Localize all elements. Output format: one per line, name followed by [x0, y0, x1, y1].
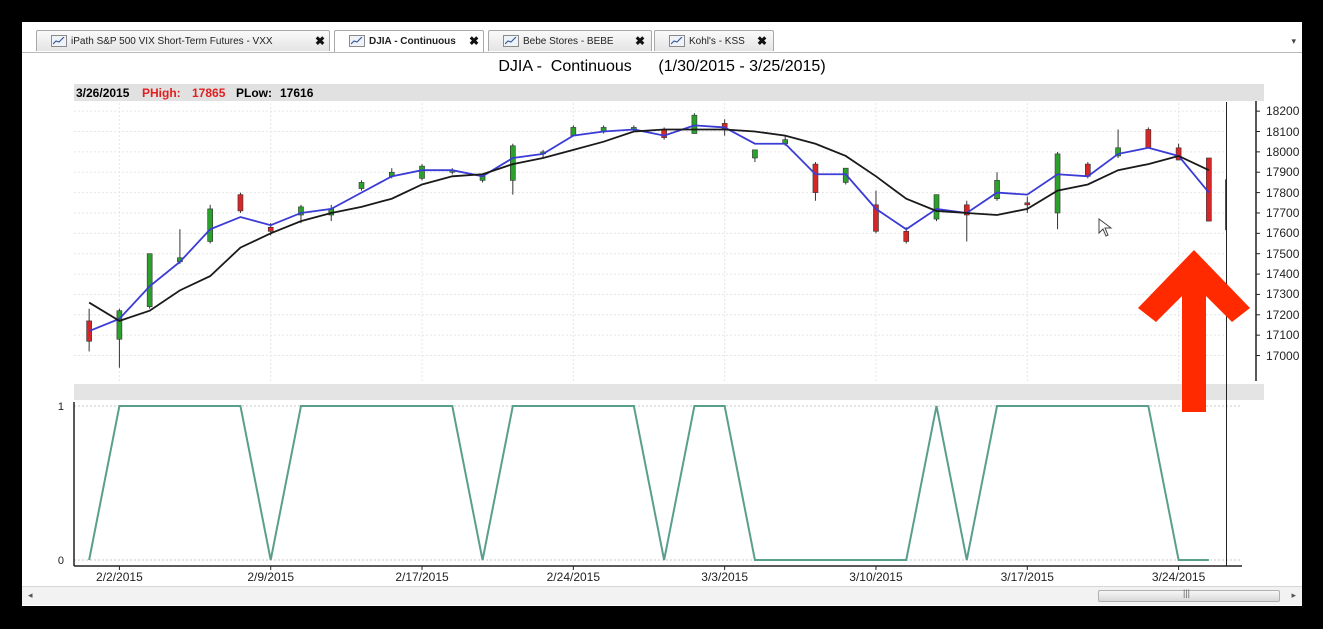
y-tick-label: 17800 — [1266, 185, 1300, 200]
info-phigh-value: 17865 — [192, 86, 226, 100]
close-icon[interactable]: ✖ — [315, 34, 325, 48]
scroll-right-icon[interactable]: ▸ — [1291, 590, 1296, 601]
mouse-pointer-icon — [1098, 218, 1113, 237]
y-tick-label: 17700 — [1266, 205, 1300, 220]
candle-body — [752, 149, 758, 159]
close-icon[interactable]: ✖ — [635, 34, 645, 48]
info-date: 3/26/2015 — [76, 86, 130, 100]
chart-icon — [51, 35, 67, 47]
x-tick-label: 2/9/2015 — [247, 570, 295, 584]
y-tick-label: 17400 — [1266, 267, 1300, 282]
tab-djia[interactable]: DJIA - Continuous ✖ — [334, 30, 484, 52]
panel-splitter[interactable] — [74, 384, 1264, 400]
tab-label: DJIA - Continuous — [369, 36, 456, 47]
x-tick-label: 3/3/2015 — [701, 570, 749, 584]
y-tick-label: 18000 — [1266, 144, 1300, 159]
info-bar: 3/26/2015 PHigh: 17865 PLow: 17616 — [74, 84, 1264, 101]
candle-body — [933, 194, 940, 220]
candle-body — [207, 208, 213, 242]
price-chart — [74, 101, 1260, 382]
candle-body — [419, 165, 425, 179]
chart-icon — [503, 35, 519, 47]
x-tick-label: 3/17/2015 — [1000, 570, 1054, 584]
chart-icon — [349, 35, 365, 47]
tab-bebe[interactable]: Bebe Stores - BEBE ✖ — [488, 30, 652, 51]
close-icon[interactable]: ✖ — [469, 34, 479, 48]
horizontal-scrollbar[interactable]: ◂ ||| ▸ — [22, 586, 1302, 605]
x-tick-label: 2/17/2015 — [395, 570, 449, 584]
tab-list-dropdown-icon[interactable]: ▾ — [1291, 36, 1296, 47]
scrollbar-grip: ||| — [1183, 588, 1191, 598]
tab-kss[interactable]: Kohl's - KSS ✖ — [654, 30, 774, 51]
candle-body — [1054, 153, 1061, 214]
y-tick-label: 17900 — [1266, 165, 1300, 180]
x-tick-label: 2/24/2015 — [546, 570, 601, 584]
chart-window: iPath S&P 500 VIX Short-Term Futures - V… — [22, 22, 1302, 606]
x-tick-label: 3/24/2015 — [1151, 570, 1206, 584]
indicator-panel: 10 — [22, 400, 1302, 590]
y-tick-label: 17500 — [1266, 246, 1300, 261]
candle-body — [812, 163, 819, 193]
fast-ma-line — [88, 124, 1210, 332]
scrollbar-thumb[interactable]: ||| — [1098, 588, 1280, 602]
red-arrow-annotation — [1138, 250, 1250, 412]
y-tick-label: 17300 — [1266, 287, 1300, 302]
indicator-chart: 10 — [58, 401, 1242, 570]
tab-label: iPath S&P 500 VIX Short-Term Futures - V… — [71, 36, 273, 47]
tab-bar: iPath S&P 500 VIX Short-Term Futures - V… — [22, 28, 1302, 53]
candle-body — [358, 182, 365, 189]
chart-icon — [669, 35, 685, 47]
y-tick-label: 17200 — [1266, 307, 1300, 322]
indicator-tick-label: 0 — [58, 555, 64, 567]
candle-body — [1145, 129, 1152, 149]
tab-vxx[interactable]: iPath S&P 500 VIX Short-Term Futures - V… — [36, 30, 330, 51]
tab-label: Kohl's - KSS — [689, 36, 745, 47]
candle-body — [116, 310, 123, 340]
candle-body — [994, 180, 1000, 200]
candle-body — [237, 194, 244, 212]
y-tick-label: 18100 — [1266, 124, 1300, 139]
y-tick-label: 17000 — [1266, 348, 1300, 363]
candle-body — [267, 226, 274, 232]
candle-body — [691, 114, 698, 134]
close-icon[interactable]: ✖ — [757, 34, 767, 48]
info-plow-value: 17616 — [280, 86, 314, 100]
info-plow-label: PLow: — [236, 86, 272, 100]
indicator-tick-label: 1 — [58, 401, 64, 413]
candle-body — [146, 253, 153, 307]
chart-title: DJIA - Continuous (1/30/2015 - 3/25/2015… — [498, 58, 826, 75]
date-axis: 2/2/2015 2/9/2015 2/17/2015 2/24/2015 3/3/20… — [74, 568, 1264, 586]
y-tick-label: 18200 — [1266, 104, 1300, 119]
price-panel: 3/26/2015 PHigh: 17865 PLow: 17616 18200… — [74, 84, 1299, 384]
scroll-left-icon[interactable]: ◂ — [28, 590, 33, 601]
x-tick-label: 2/2/2015 — [96, 570, 143, 584]
y-tick-label: 17100 — [1266, 328, 1300, 343]
slow-ma-line — [88, 128, 1210, 322]
tab-label: Bebe Stores - BEBE — [523, 36, 614, 47]
y-tick-label: 17600 — [1266, 226, 1300, 241]
candle-body — [1024, 202, 1031, 206]
info-phigh-label: PHigh: — [142, 86, 181, 100]
candle-body — [903, 230, 910, 242]
candle-body — [570, 127, 577, 136]
x-tick-label: 3/10/2015 — [849, 570, 903, 584]
indicator-line — [88, 405, 1209, 561]
